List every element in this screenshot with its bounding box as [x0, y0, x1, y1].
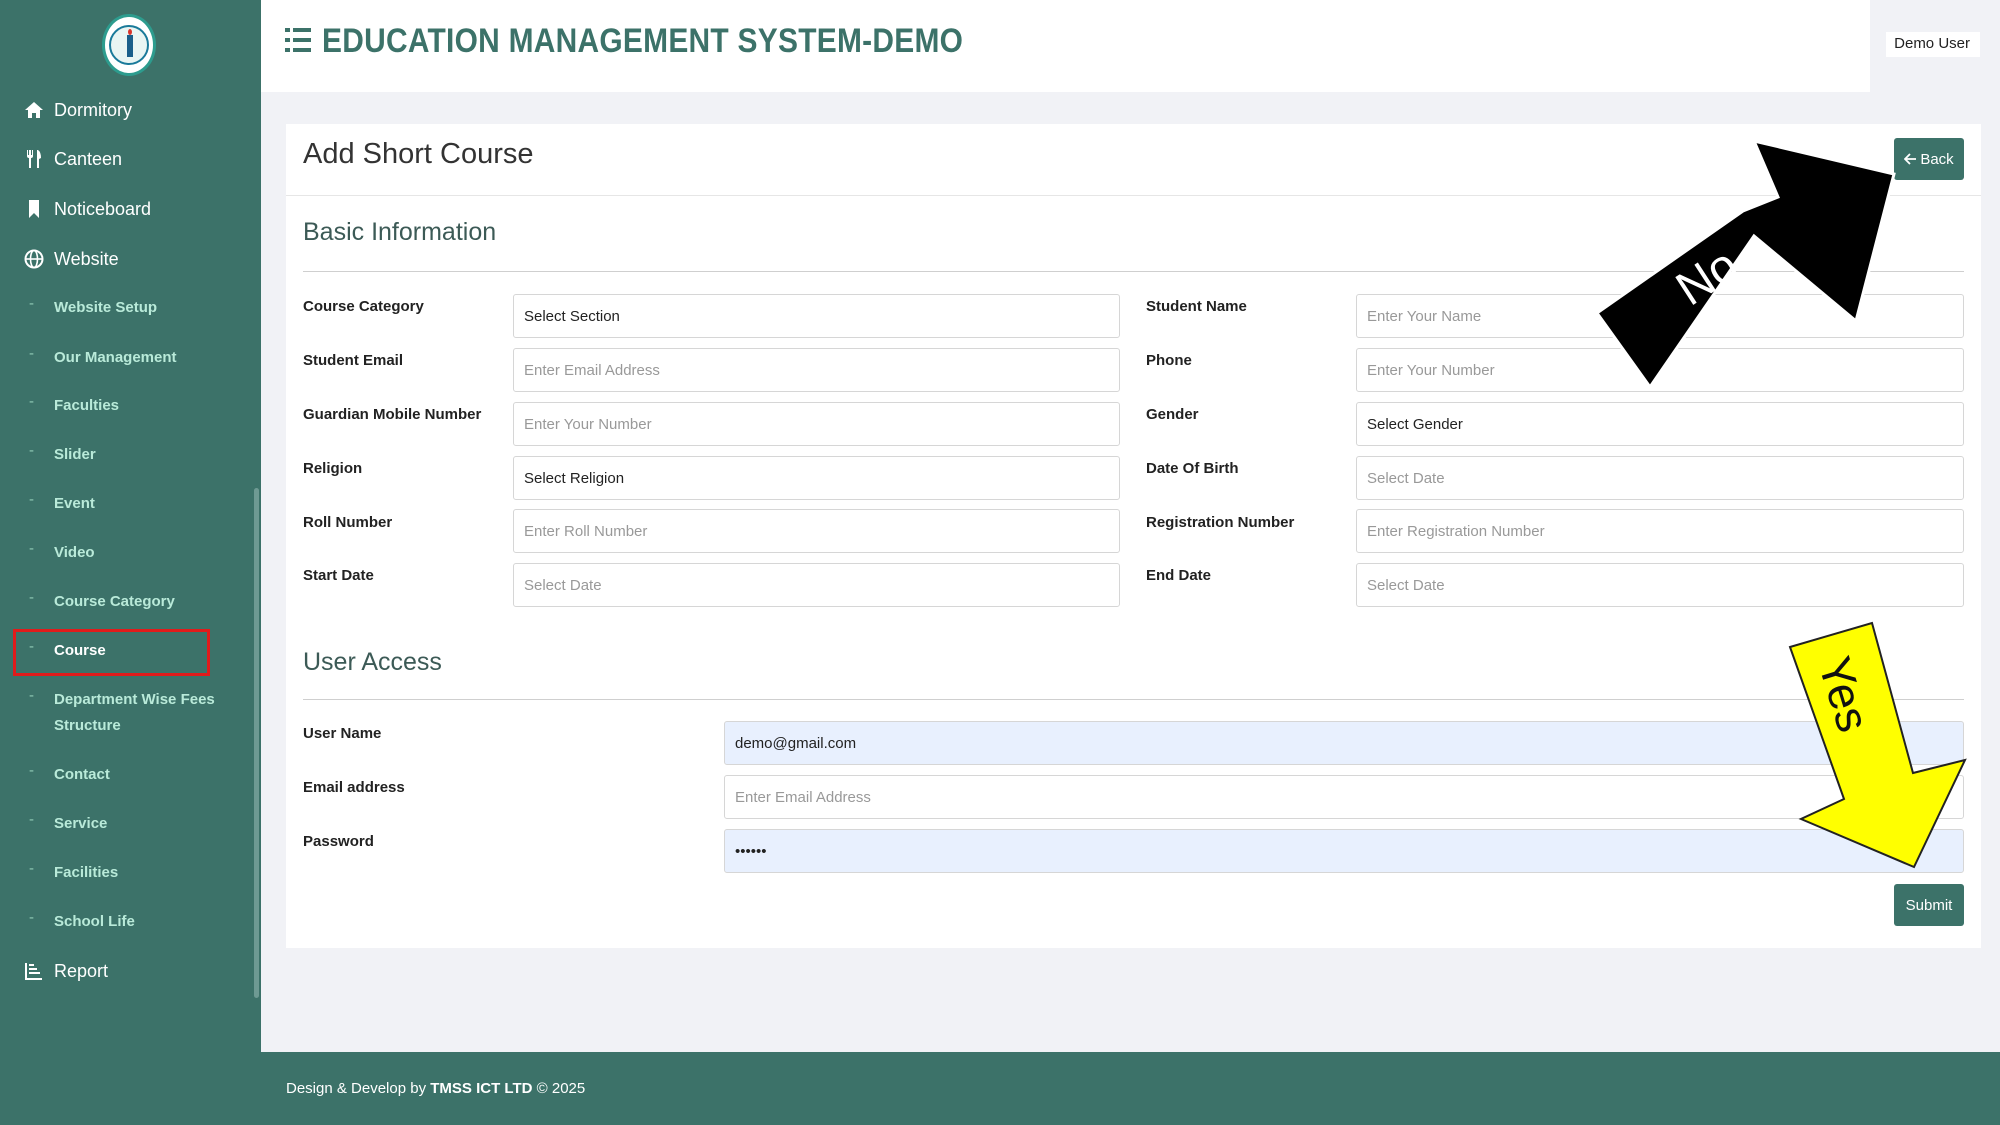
- student-email-label: Student Email: [303, 352, 404, 369]
- dob-input[interactable]: Select Date: [1356, 456, 1964, 500]
- top-header: EDUCATION MANAGEMENT SYSTEM-DEMO Demo Us…: [261, 0, 2000, 92]
- course-category-select[interactable]: Select Section: [513, 294, 1120, 338]
- globe-icon: [24, 249, 44, 269]
- registration-number-input[interactable]: Enter Registration Number: [1356, 509, 1964, 553]
- roll-number-label: Roll Number: [303, 514, 393, 531]
- back-button[interactable]: Back: [1894, 138, 1964, 180]
- add-course-card: Add Short Course Back Basic Information …: [286, 124, 1981, 948]
- student-name-label: Student Name: [1146, 298, 1247, 315]
- phone-input[interactable]: Enter Your Number: [1356, 348, 1964, 392]
- app-title: EDUCATION MANAGEMENT SYSTEM-DEMO: [322, 22, 964, 60]
- end-date-label: End Date: [1146, 567, 1212, 584]
- section-access-title: User Access: [303, 648, 442, 676]
- sidebar-item-label: Canteen: [54, 148, 123, 169]
- sidebar-item-report[interactable]: Report: [0, 959, 261, 983]
- footer-credit: Design & Develop by TMSS ICT LTD © 2025: [286, 1080, 586, 1097]
- menu-toggle-icon[interactable]: [285, 28, 311, 52]
- user-name-input[interactable]: demo@gmail.com: [724, 721, 1964, 765]
- sidebar-item-website[interactable]: Website: [0, 247, 261, 271]
- password-input[interactable]: ••••••: [724, 829, 1964, 873]
- sidebar: Dormitory Canteen Noticeboard Website -W…: [0, 0, 261, 1125]
- sidebar-item-label: Dormitory: [54, 99, 133, 120]
- submit-button[interactable]: Submit: [1894, 884, 1964, 926]
- utensils-icon: [24, 149, 44, 169]
- footer-company: TMSS ICT LTD: [430, 1080, 533, 1097]
- card-header: Add Short Course Back: [286, 124, 1981, 196]
- gender-label: Gender: [1146, 406, 1199, 423]
- user-name[interactable]: Demo User: [1894, 35, 1970, 52]
- start-date-input[interactable]: Select Date: [513, 563, 1120, 607]
- sidebar-item-label: Website: [54, 248, 119, 269]
- email-address-input[interactable]: Enter Email Address: [724, 775, 1964, 819]
- dob-label: Date Of Birth: [1146, 460, 1239, 477]
- sidebar-scrollbar[interactable]: [254, 488, 259, 998]
- student-name-input[interactable]: Enter Your Name: [1356, 294, 1964, 338]
- section-divider: [303, 271, 1964, 272]
- logo-emblem-icon: [109, 25, 149, 65]
- guardian-mobile-label: Guardian Mobile Number: [303, 406, 482, 423]
- chart-icon: [24, 961, 44, 981]
- religion-label: Religion: [303, 460, 363, 477]
- sidebar-item-dormitory[interactable]: Dormitory: [0, 98, 261, 122]
- back-button-label: Back: [1920, 150, 1954, 168]
- logo[interactable]: [102, 14, 156, 76]
- course-category-label: Course Category: [303, 298, 424, 315]
- section-basic-title: Basic Information: [303, 218, 497, 246]
- sidebar-item-canteen[interactable]: Canteen: [0, 147, 261, 171]
- gender-select[interactable]: Select Gender: [1356, 402, 1964, 446]
- page-title: Add Short Course: [303, 138, 534, 170]
- end-date-input[interactable]: Select Date: [1356, 563, 1964, 607]
- user-name-label: User Name: [303, 725, 382, 742]
- religion-select[interactable]: Select Religion: [513, 456, 1120, 500]
- footer: Design & Develop by TMSS ICT LTD © 2025: [261, 1052, 2000, 1125]
- guardian-mobile-input[interactable]: Enter Your Number: [513, 402, 1120, 446]
- registration-number-label: Registration Number: [1146, 514, 1295, 531]
- section-divider: [303, 699, 1964, 700]
- home-icon: [24, 100, 44, 120]
- sidebar-item-label: Noticeboard: [54, 198, 152, 219]
- user-menu[interactable]: Demo User: [1870, 0, 2000, 92]
- bookmark-icon: [24, 199, 44, 219]
- arrow-left-icon: [1904, 153, 1917, 165]
- roll-number-input[interactable]: Enter Roll Number: [513, 509, 1120, 553]
- sidebar-item-noticeboard[interactable]: Noticeboard: [0, 197, 261, 221]
- start-date-label: Start Date: [303, 567, 374, 584]
- highlight-box: [13, 629, 210, 676]
- email-address-label: Email address: [303, 779, 405, 796]
- phone-label: Phone: [1146, 352, 1192, 369]
- password-label: Password: [303, 833, 374, 850]
- student-email-input[interactable]: Enter Email Address: [513, 348, 1120, 392]
- sidebar-item-label: Report: [54, 960, 109, 981]
